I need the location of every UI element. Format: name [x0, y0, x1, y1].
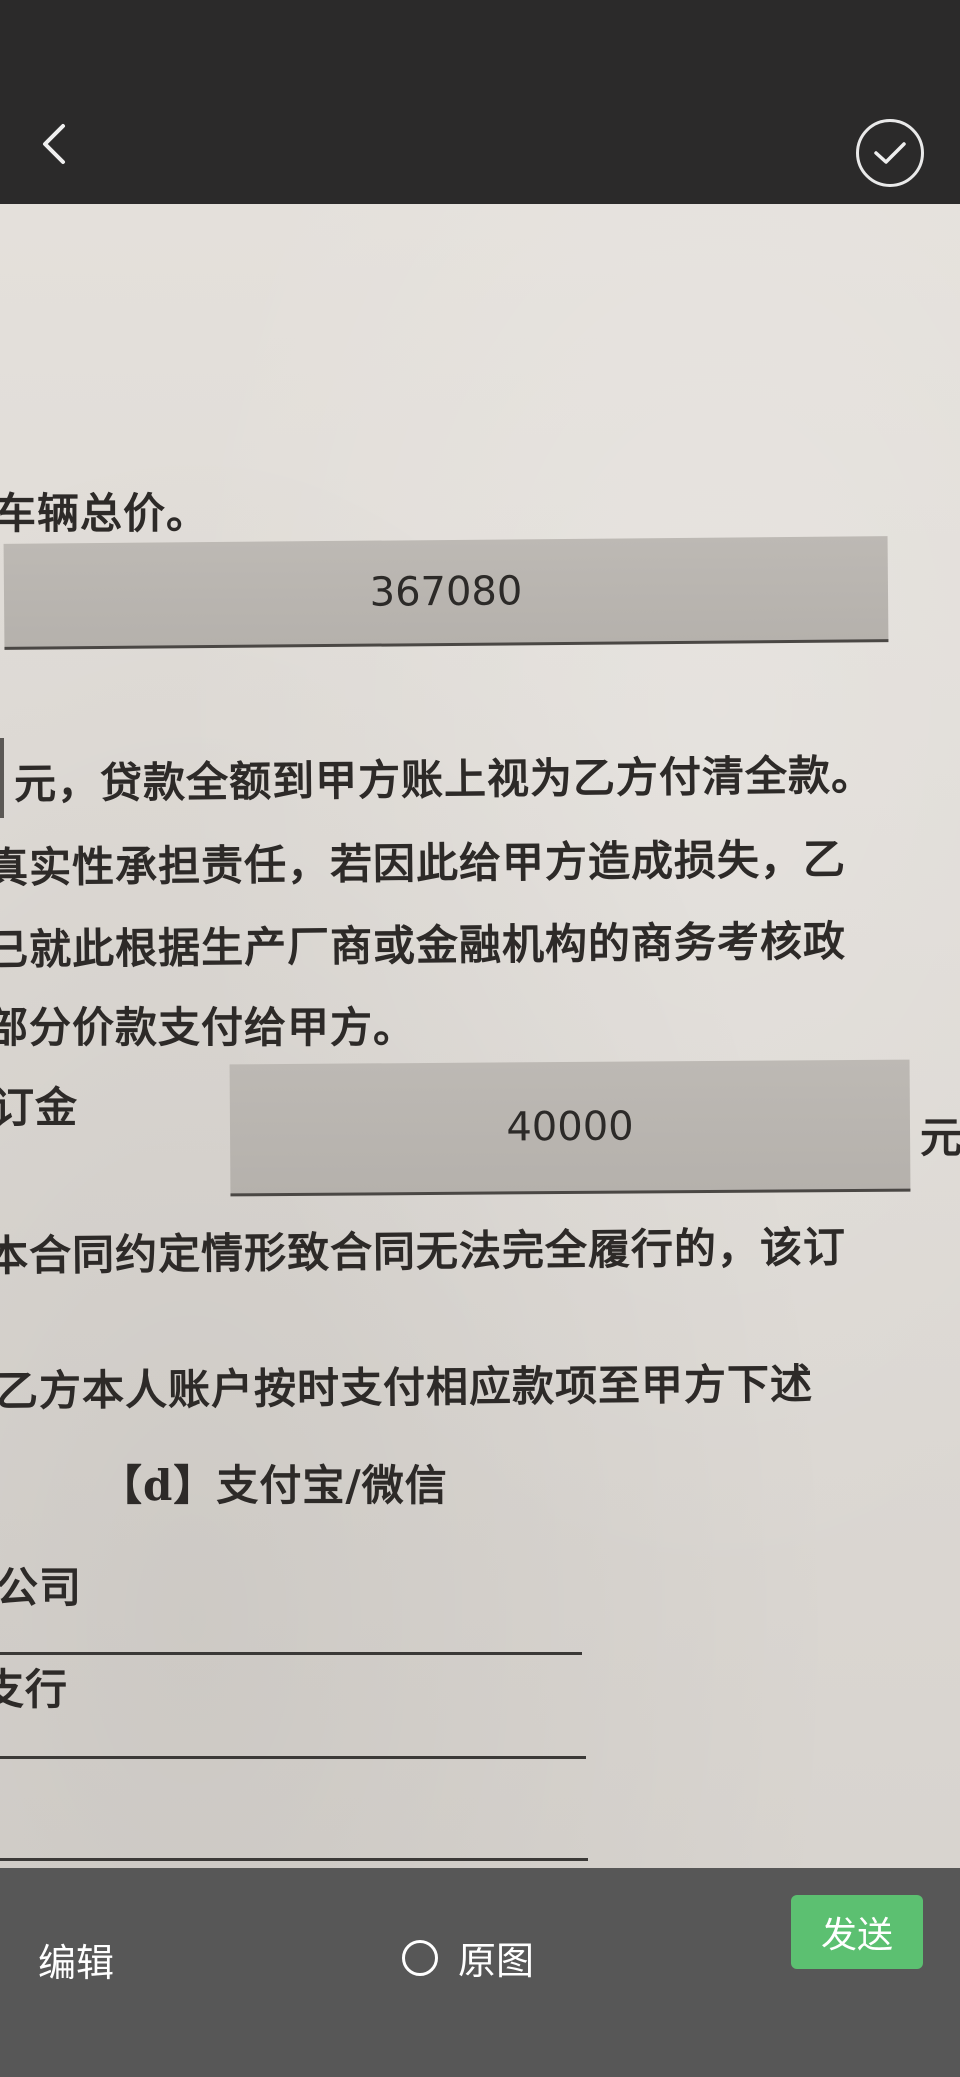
doc-line-contract: 本合同约定情形致合同无法完全履行的，该订: [0, 1222, 847, 1281]
doc-line-already: 已就此根据生产厂商或金融机构的商务考核政: [0, 916, 847, 975]
total-price-value: 367080: [369, 568, 523, 616]
doc-line-truthfulness: 真实性承担责任，若因此给甲方造成损失，乙: [0, 834, 847, 893]
doc-line-payment: 部分价款支付给甲方。: [0, 1003, 417, 1052]
photo-preview-screen: 车辆总价。 367080 元，贷款全额到甲方账上视为乙方付清全款。 真实性承担责…: [0, 0, 960, 2077]
doc-line-account: 乙方本人账户按时支付相应款项至甲方下述: [0, 1359, 814, 1416]
deposit-field: 40000: [229, 1059, 911, 1195]
bottom-bar: 编辑 原图 发送: [0, 1868, 960, 2077]
doc-line-company: 公司: [0, 1563, 83, 1612]
doc-line-branch: 支行: [0, 1665, 69, 1714]
deposit-unit: 元: [920, 1113, 960, 1162]
total-price-field: 367080: [3, 536, 889, 648]
blank-underline: [0, 1858, 588, 1861]
radio-circle-icon[interactable]: [402, 1939, 438, 1976]
back-button[interactable]: [30, 116, 78, 172]
field-edge-mark: [0, 738, 4, 818]
chevron-left-icon: [43, 124, 65, 164]
original-image-toggle[interactable]: 原图: [402, 1930, 534, 1985]
deposit-value: 40000: [506, 1103, 634, 1151]
top-bar: [0, 0, 960, 204]
confirm-button[interactable]: [856, 119, 924, 187]
company-underline: [0, 1652, 582, 1655]
doc-line-total-price: 车辆总价。: [0, 489, 210, 538]
doc-line-loan: 元，贷款全额到甲方账上视为乙方付清全款。: [13, 750, 875, 809]
branch-underline: [0, 1756, 586, 1759]
original-image-label: 原图: [458, 1939, 535, 1983]
document-photo: 车辆总价。 367080 元，贷款全额到甲方账上视为乙方付清全款。 真实性承担责…: [0, 204, 960, 1868]
doc-line-option-d: 【d】支付宝/微信: [100, 1461, 448, 1510]
edit-button[interactable]: 编辑: [38, 1932, 114, 1987]
check-icon: [874, 142, 906, 164]
deposit-label: 订金: [0, 1083, 79, 1132]
send-button[interactable]: 发送: [791, 1895, 923, 1969]
